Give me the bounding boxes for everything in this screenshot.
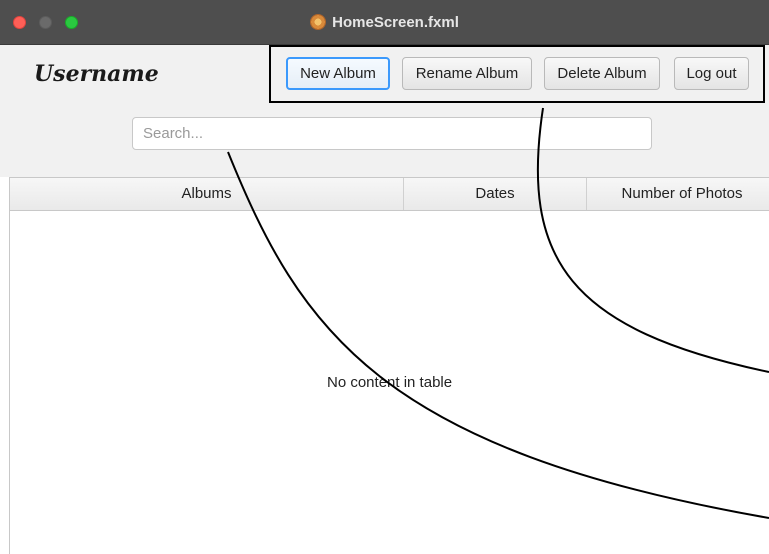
rename-album-button[interactable]: Rename Album	[402, 57, 532, 90]
search-input[interactable]	[132, 117, 652, 150]
column-header-albums[interactable]: Albums	[10, 178, 404, 210]
window-title: HomeScreen.fxml	[332, 13, 459, 31]
title-bar[interactable]: HomeScreen.fxml	[0, 0, 769, 45]
new-album-button[interactable]: New Album	[286, 57, 390, 90]
app-icon	[310, 14, 327, 30]
header-area: Username New Album Rename Album Delete A…	[0, 45, 769, 177]
column-header-number-of-photos[interactable]: Number of Photos	[587, 178, 769, 210]
column-header-dates[interactable]: Dates	[404, 178, 587, 210]
window-title-group: HomeScreen.fxml	[0, 12, 769, 32]
username-label: Username	[34, 61, 159, 87]
log-out-button[interactable]: Log out	[674, 57, 749, 90]
albums-table[interactable]: Albums Dates Number of Photos No content…	[9, 177, 769, 554]
table-header: Albums Dates Number of Photos	[10, 178, 769, 211]
table-empty-message: No content in table	[327, 374, 453, 391]
app-window: HomeScreen.fxml Username New Album Renam…	[0, 0, 769, 554]
delete-album-button[interactable]: Delete Album	[544, 57, 660, 90]
